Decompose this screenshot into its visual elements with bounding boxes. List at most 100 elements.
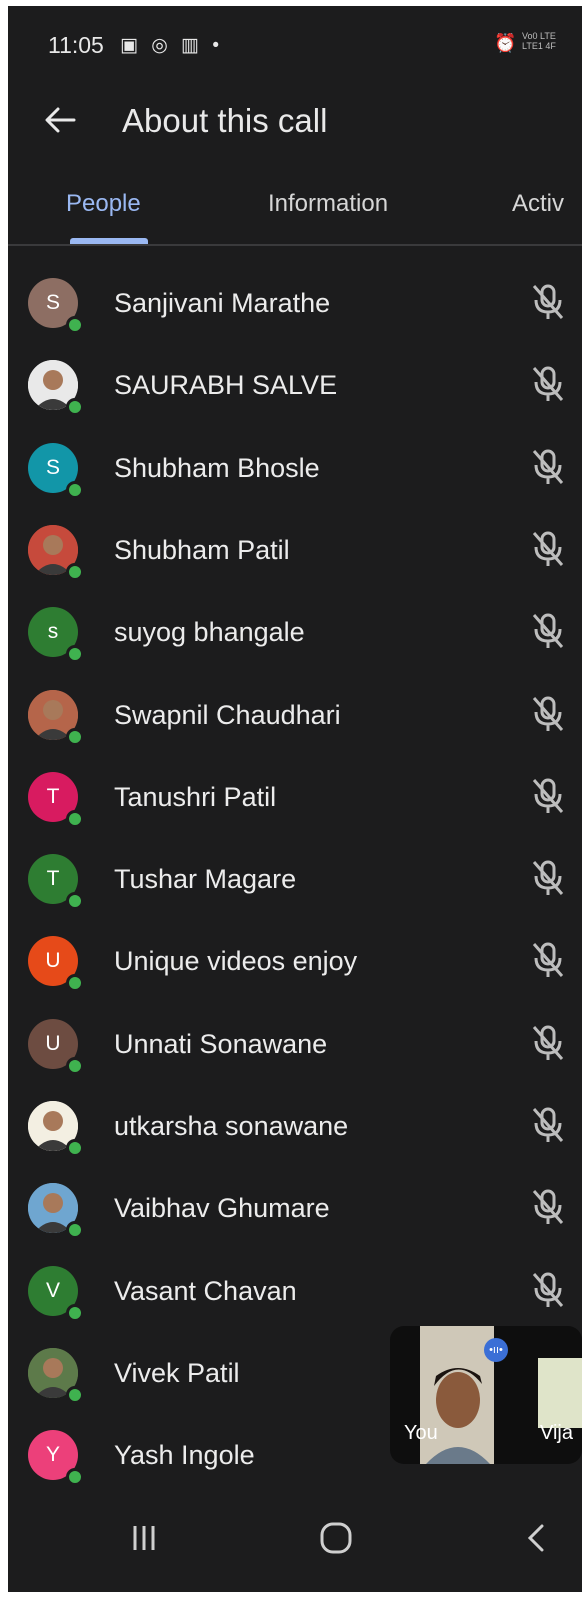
participant-name: Swapnil Chaudhari	[114, 699, 341, 730]
participant-row[interactable]: S Sanjivani Marathe	[8, 268, 582, 352]
audio-level-icon: •ıı•	[484, 1338, 508, 1362]
phone-screen: 11:05 ▣ ◎ ▥ • ⏰ Vo0 LTE LTE1 4F About th…	[8, 6, 582, 1592]
participant-row[interactable]: Shubham Patil	[8, 515, 582, 599]
mic-off-icon[interactable]	[530, 1187, 566, 1227]
participant-name: Vivek Patil	[114, 1357, 240, 1388]
participant-row[interactable]: T Tanushri Patil	[8, 762, 582, 846]
avatar-container: V	[28, 1265, 84, 1322]
avatar-container: U	[28, 1018, 84, 1075]
participant-row[interactable]: utkarsha sonawane	[8, 1091, 582, 1175]
avatar-container: T	[28, 854, 84, 911]
dot-icon: •	[212, 35, 223, 56]
mic-off-icon[interactable]	[530, 447, 566, 487]
network-text-line2: LTE1 4F	[522, 41, 556, 51]
presence-indicator	[66, 316, 84, 334]
other-participant-tile	[538, 1358, 582, 1428]
mic-off-icon[interactable]	[530, 1105, 566, 1145]
participant-row[interactable]: s suyog bhangale	[8, 597, 582, 681]
self-video-preview[interactable]: You •ıı• Vija	[390, 1326, 582, 1464]
participant-name: Sanjivani Marathe	[114, 288, 331, 318]
self-label: You	[404, 1422, 438, 1444]
participant-name: Tushar Magare	[114, 864, 297, 895]
participant-row[interactable]: Vaibhav Ghumare	[8, 1173, 582, 1257]
participant-name: Unique videos enjoy	[114, 946, 358, 977]
tab-information[interactable]: Information	[268, 190, 388, 218]
nav-back-button[interactable]	[516, 1518, 556, 1558]
mic-off-icon[interactable]	[530, 364, 566, 404]
recents-button[interactable]	[124, 1518, 164, 1558]
presence-indicator	[66, 398, 84, 417]
presence-indicator	[66, 1221, 84, 1240]
participant-name: Vasant Chavan	[114, 1275, 297, 1306]
mic-off-icon[interactable]	[530, 1023, 566, 1063]
active-tab-indicator	[70, 238, 148, 244]
participant-name: Yash Ingole	[114, 1440, 255, 1471]
mic-off-icon[interactable]	[530, 611, 566, 651]
participant-row[interactable]: T Tushar Magare	[8, 844, 582, 928]
participant-name: Vaibhav Ghumare	[114, 1193, 330, 1224]
presence-indicator	[66, 809, 84, 828]
participant-name: Tanushri Patil	[114, 781, 277, 812]
avatar-container	[28, 1183, 84, 1240]
tab-people[interactable]: People	[66, 190, 141, 218]
mic-off-icon[interactable]	[530, 529, 566, 569]
participant-row[interactable]: Swapnil Chaudhari	[8, 680, 582, 764]
gallery-icon: ▣	[120, 35, 142, 56]
mic-off-icon[interactable]	[530, 694, 566, 734]
presence-indicator	[66, 1468, 84, 1487]
participant-name: Shubham Bhosle	[114, 452, 320, 483]
mic-off-icon[interactable]	[530, 1270, 566, 1310]
avatar-container: Y	[28, 1430, 84, 1487]
volte-lte-icon: Vo0 LTE LTE1 4F	[522, 31, 556, 51]
avatar-container	[28, 689, 84, 746]
whatsapp-icon: ◎	[151, 35, 172, 56]
avatar-container: U	[28, 936, 84, 993]
presence-indicator	[66, 1056, 84, 1075]
participant-row[interactable]: U Unique videos enjoy	[8, 926, 582, 1010]
book-icon: ▥	[181, 35, 204, 56]
tab-bar: People Information Activ	[8, 168, 582, 246]
mic-off-icon[interactable]	[530, 282, 566, 322]
other-participant-label: Vija	[540, 1422, 573, 1444]
status-time: 11:05	[48, 32, 104, 58]
presence-indicator	[66, 645, 84, 664]
presence-indicator	[66, 727, 84, 746]
tab-activities[interactable]: Activ	[512, 190, 564, 218]
participant-row[interactable]: S Shubham Bhosle	[8, 433, 582, 517]
participant-row[interactable]: SAURABH SALVE	[8, 350, 582, 434]
notification-icons: ▣ ◎ ▥ •	[120, 34, 223, 57]
participant-name: Shubham Patil	[114, 534, 290, 565]
presence-indicator	[66, 1385, 84, 1404]
mic-off-icon[interactable]	[530, 776, 566, 816]
recents-icon	[133, 1526, 155, 1550]
participant-name: suyog bhangale	[114, 617, 305, 648]
mic-off-icon[interactable]	[530, 858, 566, 898]
presence-indicator	[66, 1139, 84, 1157]
participant-name: Unnati Sonawane	[114, 1028, 328, 1059]
presence-indicator	[66, 562, 84, 581]
home-icon	[320, 1522, 352, 1554]
avatar-container	[28, 1101, 84, 1157]
participant-name: SAURABH SALVE	[114, 370, 338, 401]
avatar-container: S	[28, 442, 84, 499]
avatar-container: T	[28, 771, 84, 828]
presence-indicator	[66, 974, 84, 993]
participant-name: utkarsha sonawane	[114, 1111, 349, 1141]
avatar-container	[28, 1347, 84, 1404]
home-button[interactable]	[316, 1518, 356, 1558]
alarm-icon: ⏰	[494, 33, 517, 53]
avatar-container: S	[28, 278, 84, 334]
back-icon	[527, 1524, 544, 1552]
arrow-back-icon	[45, 107, 76, 133]
status-bar: 11:05 ▣ ◎ ▥ • ⏰ Vo0 LTE LTE1 4F	[8, 6, 582, 86]
page-title: About this call	[122, 102, 328, 139]
system-nav-bar	[8, 1486, 582, 1592]
presence-indicator	[66, 1303, 84, 1322]
presence-indicator	[66, 480, 84, 499]
presence-indicator	[66, 892, 84, 911]
mic-off-icon[interactable]	[530, 940, 566, 980]
participant-row[interactable]: U Unnati Sonawane	[8, 1009, 582, 1093]
back-button[interactable]	[36, 96, 84, 144]
avatar-container	[28, 360, 84, 417]
app-bar: About this call	[8, 86, 582, 166]
